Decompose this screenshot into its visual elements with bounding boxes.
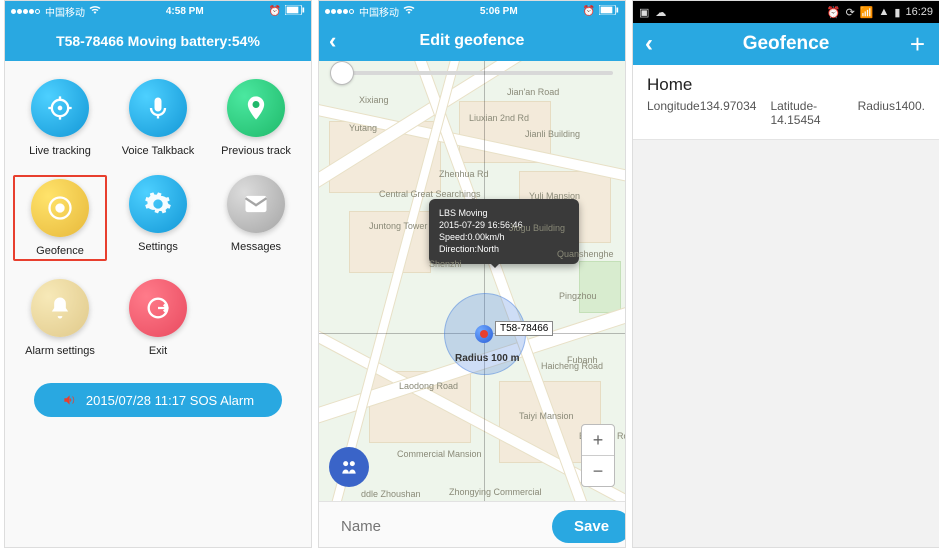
menu-label: Geofence: [36, 245, 84, 257]
menu-label: Live tracking: [29, 145, 91, 157]
ios-status-bar: 中国移动 4:58 PM ⏰: [5, 1, 311, 21]
signal-icon: 📶: [860, 6, 874, 19]
exit-icon: [129, 279, 187, 337]
sync-icon: ⟳: [846, 6, 855, 19]
menu-label: Previous track: [221, 145, 291, 157]
ios-status-bar: 中国移动 5:06 PM ⏰: [319, 1, 625, 21]
page-title: T58-78466 Moving battery:54%: [5, 21, 311, 61]
map-poi-label: Laodong Road: [399, 381, 458, 391]
slider-knob[interactable]: [331, 62, 353, 84]
signal-dots-icon: [11, 6, 41, 17]
menu-item-live-tracking[interactable]: Live tracking: [13, 79, 107, 157]
map-poi-label: Shenzhi: [429, 259, 462, 269]
back-button[interactable]: ‹: [329, 28, 336, 54]
page-title: ‹ Edit geofence: [319, 21, 625, 61]
map-poi-label: Jian'an Road: [507, 87, 559, 97]
map-poi-label: Yutang: [349, 123, 377, 133]
back-button[interactable]: ‹: [645, 30, 653, 58]
locate-button[interactable]: [329, 447, 369, 487]
menu-item-previous-track[interactable]: Previous track: [209, 79, 303, 157]
battery-icon: [599, 5, 619, 18]
geofence-meta: Longitude134.97034Latitude-14.15454Radiu…: [647, 99, 925, 127]
carrier-label: 中国移动: [45, 4, 85, 19]
map-poi-label: Jianli Building: [525, 129, 580, 139]
wifi-icon: [89, 5, 101, 18]
clock-label: 4:58 PM: [166, 6, 204, 17]
geofence-name-input[interactable]: [339, 517, 542, 536]
menu-item-alarm-settings[interactable]: Alarm settings: [13, 279, 107, 357]
menu-label: Settings: [138, 241, 178, 253]
people-icon: [339, 457, 359, 477]
sos-alarm-banner[interactable]: 2015/07/28 11:17 SOS Alarm: [34, 383, 282, 417]
radius-text: Radius 100 m: [455, 353, 519, 364]
add-geofence-button[interactable]: +: [910, 29, 925, 60]
clock-label: 5:06 PM: [480, 6, 518, 17]
map-canvas[interactable]: T58-78466 Radius 100 m LBS Moving 2015-0…: [319, 61, 625, 501]
map-poi-label: Zhenhua Rd: [439, 169, 489, 179]
geofence-name: Home: [647, 75, 925, 95]
menu-label: Exit: [149, 345, 167, 357]
map-poi-label: Jiogu Building: [509, 223, 565, 233]
bell-icon: [31, 279, 89, 337]
geofence-list-item[interactable]: Home Longitude134.97034Latitude-14.15454R…: [633, 65, 939, 140]
map-poi-label: Haicheng Road: [541, 361, 603, 371]
carrier-label: 中国移动: [359, 4, 399, 19]
speaker-icon: [62, 393, 76, 407]
screen-geofence-list: ▣ ☁ ⏰ ⟳ 📶 ▲ ▮ 16:29 ‹ Geofence + Home Lon…: [632, 0, 939, 548]
page-title: ‹ Geofence +: [633, 23, 939, 65]
menu-label: Messages: [231, 241, 281, 253]
gear-icon: [129, 175, 187, 233]
crosshair-v: [484, 61, 485, 501]
zoom-control: + −: [581, 424, 615, 487]
save-button[interactable]: Save: [552, 510, 626, 543]
android-status-bar: ▣ ☁ ⏰ ⟳ 📶 ▲ ▮ 16:29: [633, 1, 939, 23]
map-poi-label: Xixiang: [359, 95, 389, 105]
picture-icon: ▣: [639, 6, 649, 19]
menu-label: Voice Talkback: [122, 145, 195, 157]
device-label: T58-78466: [495, 321, 553, 336]
map-poi-label: Central Great Searchings: [379, 189, 481, 199]
map-poi-label: Juntong Tower: [369, 221, 427, 231]
battery-icon: [285, 5, 305, 18]
clock-label: 16:29: [905, 6, 933, 18]
zoom-in-button[interactable]: +: [582, 425, 614, 455]
alarm-icon: ⏰: [827, 6, 841, 19]
center-pin-icon: [475, 325, 493, 343]
target-icon: [31, 79, 89, 137]
map-poi-label: Yuli Mansion: [529, 191, 580, 201]
zoom-out-button[interactable]: −: [582, 455, 614, 486]
signal-dots-icon: [325, 6, 355, 17]
alarm-icon: ⏰: [583, 6, 595, 17]
menu-item-settings[interactable]: Settings: [111, 175, 205, 261]
cloud-icon: ☁: [655, 6, 666, 19]
sos-text: 2015/07/28 11:17 SOS Alarm: [86, 393, 254, 408]
menu-item-geofence[interactable]: Geofence: [13, 175, 107, 261]
mic-icon: [129, 79, 187, 137]
menu-item-messages[interactable]: Messages: [209, 175, 303, 261]
menu-label: Alarm settings: [25, 345, 95, 357]
wifi-icon: [403, 5, 415, 18]
map-poi-label: ddle Zhoushan: [361, 489, 421, 499]
screen-edit-geofence: 中国移动 5:06 PM ⏰ ‹ Edit geofence: [318, 0, 626, 548]
map-poi-label: Liuxian 2nd Rd: [469, 113, 529, 123]
mail-icon: [227, 175, 285, 233]
alarm-icon: ⏰: [269, 6, 281, 17]
map-poi-label: Zhongying Commercial: [449, 487, 542, 497]
wifi-icon: ▲: [879, 6, 890, 18]
record-icon: [31, 179, 89, 237]
screen-home: 中国移动 4:58 PM ⏰ T58-78466 Moving battery:…: [4, 0, 312, 548]
pin-icon: [227, 79, 285, 137]
radius-slider[interactable]: [331, 71, 613, 75]
battery-icon: ▮: [894, 6, 900, 19]
map-poi-label: Commercial Mansion: [397, 449, 482, 459]
map-poi-label: Taiyi Mansion: [519, 411, 574, 421]
menu-item-voice-talkback[interactable]: Voice Talkback: [111, 79, 205, 157]
map-poi-label: Quanshenghe: [557, 249, 614, 259]
menu-item-exit[interactable]: Exit: [111, 279, 205, 357]
map-poi-label: Pingzhou: [559, 291, 597, 301]
